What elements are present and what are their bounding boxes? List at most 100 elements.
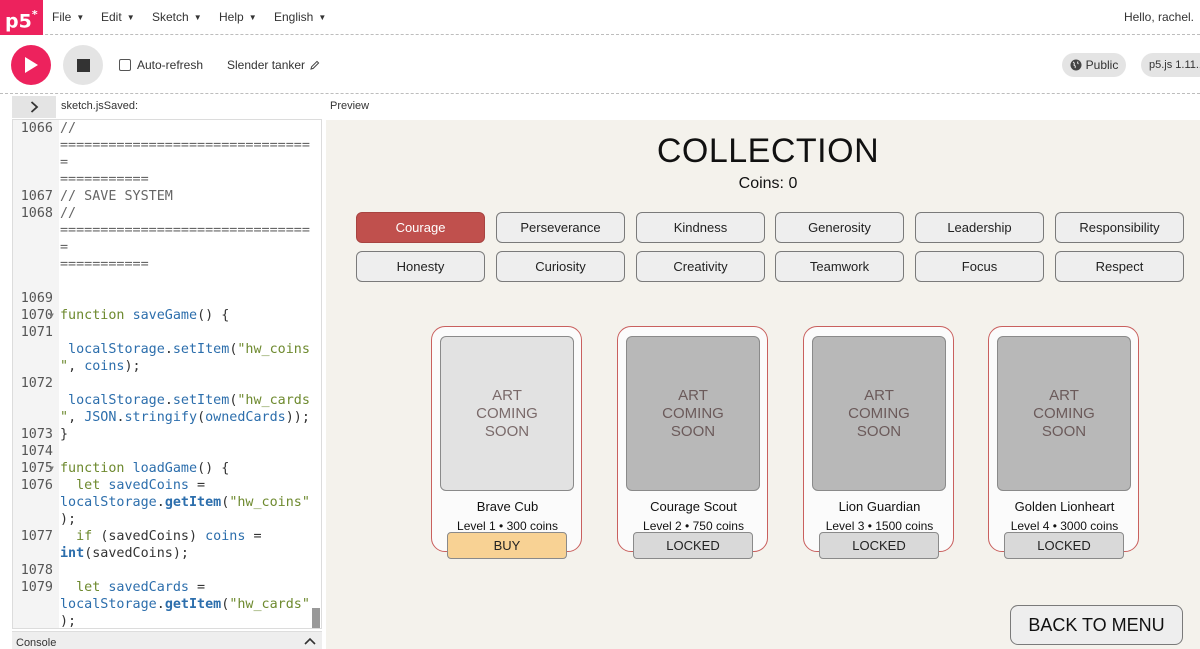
card-brave-cub[interactable]: ART COMING SOON Brave Cub Level 1 • 300 co… <box>431 326 582 559</box>
collapse-sidebar-button[interactable] <box>12 96 56 118</box>
menu-sketch-label: Sketch <box>152 10 189 24</box>
code-line[interactable]: 1076 let savedCoins = <box>13 477 321 494</box>
menu-help[interactable]: Help ▼ <box>219 10 257 24</box>
code-editor[interactable]: 1066//================================ ==… <box>12 119 322 629</box>
code-line[interactable]: 1073} <box>13 426 321 443</box>
play-button[interactable] <box>11 45 51 85</box>
category-respect[interactable]: Respect <box>1055 251 1184 282</box>
code-token: getItem <box>164 597 222 612</box>
user-greeting[interactable]: Hello, rachel. <box>1124 10 1194 24</box>
code-line[interactable]: 1067 // SAVE SYSTEM <box>13 188 321 205</box>
code-line[interactable]: 1070 ▼ function saveGame() { <box>13 307 321 324</box>
category-responsibility[interactable]: Responsibility <box>1055 212 1184 243</box>
card-lion-guardian[interactable]: ART COMING SOON Lion Guardian Level 3 • 15… <box>803 326 954 559</box>
code-line[interactable]: localStorage.getItem("hw_cards" <box>13 596 321 613</box>
code-line[interactable]: 1068 // <box>13 205 321 222</box>
code-token: =========== <box>60 172 149 187</box>
code-line[interactable]: ", coins); <box>13 358 321 375</box>
category-generosity[interactable]: Generosity <box>775 212 904 243</box>
code-line[interactable]: localStorage.setItem("hw_cards <box>13 392 321 409</box>
category-perseverance[interactable]: Perseverance <box>496 212 625 243</box>
code-token: ); <box>60 512 77 527</box>
card-golden-lionheart[interactable]: ART COMING SOON Golden Lionheart Level 4 •… <box>988 326 1139 559</box>
card-level: Level 4 • 3000 coins <box>1010 519 1119 533</box>
fold-marker-icon[interactable]: ▼ <box>49 307 54 324</box>
code-line[interactable]: localStorage.setItem("hw_coins <box>13 341 321 358</box>
code-line[interactable]: 1078 <box>13 562 321 579</box>
code-line[interactable]: ", JSON.stringify(ownedCards)); <box>13 409 321 426</box>
auto-refresh-checkbox[interactable] <box>119 59 131 71</box>
code-token: coins <box>84 359 125 374</box>
locked-button[interactable]: LOCKED <box>633 532 753 559</box>
code-line[interactable]: ); <box>13 511 321 528</box>
code-line[interactable]: 1074 <box>13 443 321 460</box>
code-token: localStorage <box>60 597 157 612</box>
code-token: (savedCoins); <box>84 546 189 561</box>
menu-file[interactable]: File ▼ <box>52 10 84 24</box>
menu-edit[interactable]: Edit ▼ <box>101 10 135 24</box>
code-line[interactable]: 1066 // <box>13 120 321 137</box>
code-token: "hw_coins" <box>229 495 310 510</box>
chevron-up-icon[interactable] <box>304 634 316 648</box>
code-line[interactable]: 1072 <box>13 375 321 392</box>
card-courage-scout[interactable]: ART COMING SOON Courage Scout Level 2 • 75… <box>617 326 768 559</box>
locked-button[interactable]: LOCKED <box>819 532 939 559</box>
p5-logo[interactable]: p5* <box>0 0 43 35</box>
category-creativity[interactable]: Creativity <box>636 251 765 282</box>
card-name: Brave Cub <box>476 499 539 514</box>
locked-button[interactable]: LOCKED <box>1004 532 1124 559</box>
code-token: (savedCoins) <box>100 529 206 544</box>
code-token: JSON <box>84 410 117 425</box>
code-line[interactable]: =========== <box>13 171 321 188</box>
category-kindness[interactable]: Kindness <box>636 212 765 243</box>
editor-scrollbar[interactable] <box>312 608 320 628</box>
stop-button[interactable] <box>63 45 103 85</box>
code-line[interactable]: localStorage.getItem("hw_coins" <box>13 494 321 511</box>
file-tab[interactable]: sketch.jsSaved: <box>61 100 138 112</box>
code-token: function <box>60 461 133 476</box>
version-button[interactable]: p5.js 1.11.13 <box>1141 53 1200 77</box>
category-honesty[interactable]: Honesty <box>356 251 485 282</box>
buy-button[interactable]: BUY <box>447 532 567 559</box>
fold-marker-icon[interactable]: ▼ <box>49 460 54 477</box>
logo-text: p5 <box>5 10 32 33</box>
code-line[interactable]: ================================ <box>13 137 321 171</box>
pencil-icon[interactable] <box>310 60 320 70</box>
code-line[interactable]: ================================ <box>13 222 321 256</box>
line-number: 1066 <box>20 121 53 136</box>
category-teamwork[interactable]: Teamwork <box>775 251 904 282</box>
menu-help-label: Help <box>219 10 244 24</box>
visibility-button[interactable]: Public <box>1062 53 1126 77</box>
card-level: Level 1 • 300 coins <box>457 519 558 533</box>
console-bar[interactable]: Console <box>12 631 322 649</box>
code-line[interactable]: 1077 if (savedCoins) coins = <box>13 528 321 545</box>
code-token: if <box>60 529 101 544</box>
back-to-menu-button[interactable]: BACK TO MENU <box>1010 605 1183 645</box>
code-line[interactable]: =========== <box>13 256 321 273</box>
code-line[interactable]: ); <box>13 613 321 628</box>
code-line[interactable]: 1071 <box>13 324 321 341</box>
code-line[interactable] <box>13 273 321 290</box>
code-area[interactable]: 1066//================================ ==… <box>13 120 321 628</box>
code-token: = <box>189 478 206 493</box>
code-token: = <box>189 580 206 595</box>
category-courage[interactable]: Courage <box>356 212 485 243</box>
category-focus[interactable]: Focus <box>915 251 1044 282</box>
code-line[interactable]: 1069 <box>13 290 321 307</box>
code-line[interactable]: 1075 ▼ function loadGame() { <box>13 460 321 477</box>
sketch-name[interactable]: Slender tanker <box>227 58 320 72</box>
code-token: savedCoins <box>108 478 189 493</box>
menu-language[interactable]: English ▼ <box>274 10 326 24</box>
category-leadership[interactable]: Leadership <box>915 212 1044 243</box>
code-token: " <box>60 410 69 425</box>
category-curiosity[interactable]: Curiosity <box>496 251 625 282</box>
menu-sketch[interactable]: Sketch ▼ <box>152 10 202 24</box>
code-line[interactable]: int(savedCoins); <box>13 545 321 562</box>
line-number: 1068 <box>20 206 53 221</box>
editor-header: sketch.jsSaved: <box>0 95 324 119</box>
code-token: . <box>116 410 125 425</box>
preview-canvas[interactable]: COLLECTION Coins: 0 Courage Perseverance… <box>326 120 1200 649</box>
code-line[interactable]: 1079 let savedCards = <box>13 579 321 596</box>
auto-refresh-toggle[interactable]: Auto-refresh <box>119 58 203 72</box>
